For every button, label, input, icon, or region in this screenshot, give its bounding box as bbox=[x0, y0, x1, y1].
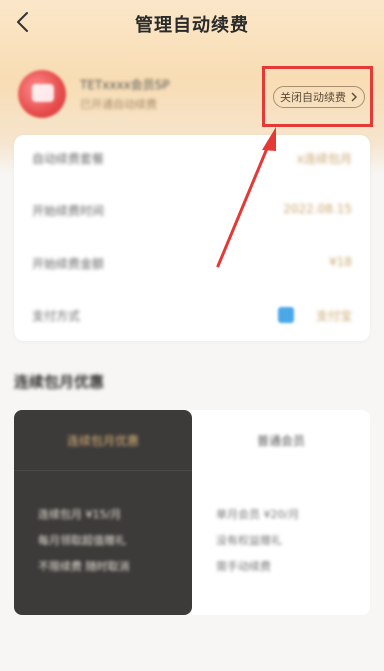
detail-row-start-time: 开始续费时间 2022.08.15 bbox=[32, 202, 352, 222]
comparison-title: 普通会员 bbox=[256, 434, 305, 448]
comparison-title: 连续包月优惠 bbox=[66, 434, 139, 448]
member-status: 已开通自动续费 bbox=[80, 98, 157, 111]
detail-label: 开始续费时间 bbox=[32, 204, 105, 218]
detail-label: 自动续费套餐 bbox=[32, 152, 105, 166]
comparison-line: 单月会员 ¥20/月 bbox=[216, 508, 300, 521]
detail-value: 2022.08.15 bbox=[283, 202, 352, 216]
section-title: 连续包月优惠 bbox=[14, 373, 105, 391]
comparison-line: 没有权益赠礼 bbox=[216, 534, 282, 547]
comparison-card-continuous: 连续包月优惠 连续包月 ¥15/月 每月领取超值赠礼 不限续费 随时取消 bbox=[14, 410, 192, 615]
comparison-line: 每月领取超值赠礼 bbox=[38, 534, 126, 547]
comparison-line: 连续包月 ¥15/月 bbox=[38, 508, 122, 521]
detail-row-package: 自动续费套餐 x连续包月 bbox=[32, 150, 352, 170]
comparison-card-normal: 普通会员 单月会员 ¥20/月 没有权益赠礼 需手动续费 bbox=[192, 410, 370, 615]
detail-value: ¥18 bbox=[329, 255, 352, 269]
payment-method-icon bbox=[278, 307, 294, 323]
comparison-line: 不限续费 随时取消 bbox=[38, 560, 130, 573]
avatar bbox=[18, 70, 66, 118]
close-auto-renew-button[interactable]: 关闭自动续费 bbox=[273, 86, 365, 108]
subscription-details-card: 自动续费套餐 x连续包月 开始续费时间 2022.08.15 开始续费金额 ¥1… bbox=[14, 135, 370, 341]
page-title: 管理自动续费 bbox=[135, 15, 249, 36]
detail-row-payment: 支付方式 支付宝 bbox=[32, 307, 352, 327]
detail-value: x连续包月 bbox=[296, 152, 352, 166]
detail-value: 支付宝 bbox=[315, 309, 352, 323]
close-auto-renew-label: 关闭自动续费 bbox=[280, 91, 346, 104]
nav-bar: 管理自动续费 bbox=[0, 0, 384, 48]
detail-label: 开始续费金额 bbox=[32, 257, 105, 271]
comparison-line: 需手动续费 bbox=[216, 560, 271, 573]
chevron-right-icon bbox=[351, 92, 357, 102]
divider bbox=[14, 470, 192, 471]
comparison-panel: 连续包月优惠 连续包月 ¥15/月 每月领取超值赠礼 不限续费 随时取消 普通会… bbox=[14, 410, 370, 615]
detail-label: 支付方式 bbox=[32, 309, 81, 323]
detail-row-amount: 开始续费金额 ¥18 bbox=[32, 255, 352, 275]
member-name: TETxxxx会员SP bbox=[80, 78, 170, 92]
